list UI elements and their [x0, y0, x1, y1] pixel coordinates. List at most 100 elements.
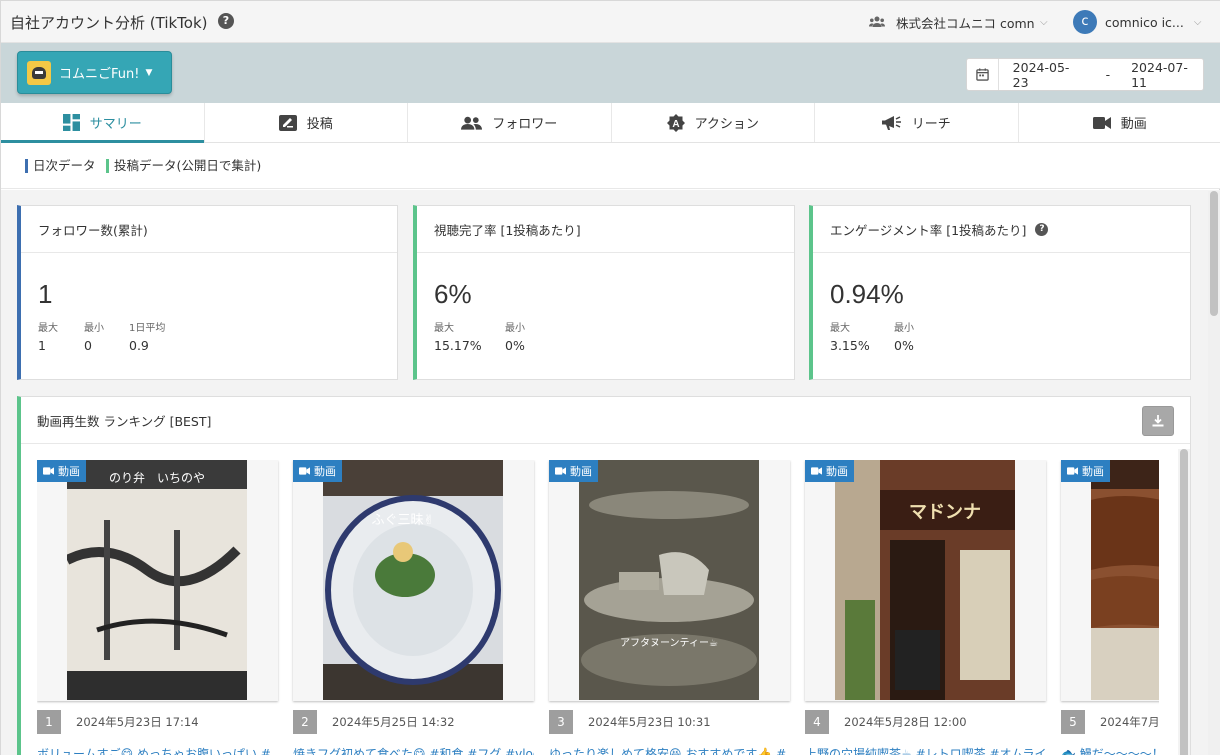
help-icon[interactable]: ? [1035, 222, 1049, 236]
card-value: 1 [38, 279, 53, 309]
stat-value: 3.15% [830, 338, 870, 353]
tab-label: 動画 [1120, 117, 1147, 132]
stat-value: 0% [894, 338, 914, 353]
noribento-sign-image: のり弁 いちのや [64, 470, 241, 660]
date-to[interactable]: 2024-07-11 [1131, 60, 1203, 90]
ranking-item[interactable]: のり弁 いちのや 動画 1 2024年5月23日 17:14 ボリュームすご😋 … [37, 460, 278, 755]
ranking-scrollbar[interactable] [1178, 449, 1190, 755]
card-title: 視聴完了率 [1投稿あたり] [417, 206, 794, 253]
stat-label: 最大 [38, 323, 58, 334]
stat-label: 最小 [84, 323, 104, 334]
page-title: 自社アカウント分析 (TikTok) [10, 14, 208, 32]
item-meta: 4 2024年5月28日 12:00 [805, 710, 967, 734]
stat-daily-average: 1日平均 0.9 [129, 319, 165, 353]
stat-label: 最小 [894, 323, 914, 334]
stat-min: 最小 0% [894, 319, 914, 353]
post-date: 2024年7月 [1100, 715, 1159, 729]
tab-label: サマリー [89, 117, 142, 132]
thumbnail-overlay-text: ふぐ三昧✌ [372, 513, 435, 528]
ranking-item[interactable]: 動画 5 2024年7月 🐟 鰻だ〜〜〜〜！ [1061, 460, 1159, 755]
post-date: 2024年5月23日 17:14 [76, 715, 199, 729]
stat-value: 1 [38, 338, 46, 353]
post-caption-link[interactable]: ゆったり楽しめて格安😆 おすすめです👍 # [549, 745, 790, 755]
tab-actions[interactable]: A アクション [612, 103, 815, 142]
video-thumbnail[interactable]: アフタヌーンティー☕ 動画 [549, 460, 790, 701]
tab-followers[interactable]: フォロワー [408, 103, 612, 142]
top-bar: 自社アカウント分析 (TikTok) ? 株式会社コムニコ comnico ⌵ … [1, 1, 1220, 43]
account-switch-button[interactable]: コムニごFun! ▼ [17, 51, 172, 94]
item-meta: 1 2024年5月23日 17:14 [37, 710, 199, 734]
thumbnail-image: ふぐ三昧✌ [323, 460, 503, 700]
scrollbar-thumb[interactable] [1210, 191, 1218, 316]
post-caption-link[interactable]: 🐟 鰻だ〜〜〜〜！ [1061, 745, 1159, 755]
video-thumbnail[interactable]: マドンナ 動画 [805, 460, 1046, 701]
followers-card: フォロワー数(累計) 1 最大 1 最小 0 1日平均 0.9 [17, 205, 398, 380]
ranking-list: のり弁 いちのや 動画 1 2024年5月23日 17:14 ボリュームすご😋 … [37, 460, 1159, 755]
engagement-rate-card: エンゲージメント率 [1投稿あたり] ? 0.94% 最大 3.15% 最小 0… [809, 205, 1191, 380]
svg-text:A: A [672, 119, 679, 130]
post-caption-link[interactable]: ボリュームすご😋 めっちゃお腹いっぱい # [37, 745, 278, 755]
card-value: 0.94% [830, 279, 904, 309]
tab-bar: サマリー 投稿 フォロワー A アクション リーチ 動画 [1, 103, 1220, 143]
post-caption-link[interactable]: 焼きフグ初めて食べた😋 #和食 #フグ #vlog [293, 745, 534, 755]
ranking-item[interactable]: マドンナ 動画 4 2024年5月28日 12:00 上野の穴場純喫茶☕ #レト… [805, 460, 1046, 755]
stat-max: 最大 15.17% [434, 319, 482, 353]
ranking-title: 動画再生数 ランキング [BEST] [21, 397, 1190, 444]
tab-label: リーチ [911, 117, 951, 132]
tab-summary[interactable]: サマリー [1, 103, 205, 143]
cafe-storefront-image: マドンナ [845, 490, 1015, 700]
dashboard-icon [62, 114, 80, 131]
item-meta: 3 2024年5月23日 10:31 [549, 710, 711, 734]
stat-max: 最大 3.15% [830, 319, 870, 353]
rank-number: 4 [805, 710, 829, 734]
tab-posts[interactable]: 投稿 [205, 103, 408, 142]
item-meta: 5 2024年7月 [1061, 710, 1159, 734]
thumbnail-image: アフタヌーンティー☕ [579, 460, 759, 700]
video-badge: 動画 [293, 460, 342, 482]
scrollbar-thumb[interactable] [1180, 449, 1188, 755]
video-thumbnail[interactable]: 動画 [1061, 460, 1159, 701]
badge-label: 動画 [826, 465, 848, 478]
tab-label: フォロワー [492, 117, 558, 132]
help-icon[interactable]: ? [218, 13, 234, 29]
caret-down-icon: ▼ [145, 67, 153, 78]
date-range-picker[interactable]: 2024-05-23 - 2024-07-11 [966, 58, 1204, 91]
stat-value: 0.9 [129, 338, 149, 353]
stat-max: 最大 1 [38, 319, 58, 353]
video-badge: 動画 [1061, 460, 1110, 482]
video-icon [299, 467, 310, 475]
fugu-plate-image: ふぐ三昧✌ [325, 495, 501, 685]
tab-videos[interactable]: 動画 [1019, 103, 1220, 142]
download-icon [1152, 415, 1164, 427]
video-icon [43, 467, 54, 475]
video-thumbnail[interactable]: ふぐ三昧✌ 動画 [293, 460, 534, 701]
video-thumbnail[interactable]: のり弁 いちのや 動画 [37, 460, 278, 701]
ranking-item[interactable]: アフタヌーンティー☕ 動画 3 2024年5月23日 10:31 ゆったり楽しめ… [549, 460, 790, 755]
unagi-rice-image [1091, 496, 1159, 628]
app-window: 自社アカウント分析 (TikTok) ? 株式会社コムニコ comnico ⌵ … [0, 0, 1220, 755]
stat-min: 最小 0% [505, 319, 525, 353]
completion-rate-card: 視聴完了率 [1投稿あたり] 6% 最大 15.17% 最小 0% [413, 205, 795, 380]
card-title: フォロワー数(累計) [21, 206, 397, 253]
post-caption-link[interactable]: 上野の穴場純喫茶☕ #レトロ喫茶 #オムライ [805, 745, 1046, 755]
download-button[interactable] [1142, 406, 1174, 436]
company-selector[interactable]: 株式会社コムニコ comnico ⌵ [869, 13, 1048, 31]
stat-min: 最小 0 [84, 319, 104, 353]
rank-number: 3 [549, 710, 573, 734]
calendar-icon [967, 59, 999, 90]
item-meta: 2 2024年5月25日 14:32 [293, 710, 455, 734]
tab-reach[interactable]: リーチ [815, 103, 1019, 142]
account-switch-label: コムニごFun! [59, 67, 140, 82]
chevron-down-icon: ⌵ [1193, 16, 1202, 28]
ranking-item[interactable]: ふぐ三昧✌ 動画 2 2024年5月25日 14:32 焼きフグ初めて食べた😋 … [293, 460, 534, 755]
page-scrollbar[interactable] [1208, 191, 1220, 755]
chevron-down-icon: ⌵ [1040, 16, 1048, 28]
post-date: 2024年5月28日 12:00 [844, 715, 967, 729]
people-icon [461, 116, 483, 130]
stat-value: 0% [505, 338, 525, 353]
video-icon [811, 467, 822, 475]
rank-number: 2 [293, 710, 317, 734]
thumbnail-overlay-text: アフタヌーンティー☕ [620, 637, 718, 649]
date-from[interactable]: 2024-05-23 [1013, 60, 1085, 90]
account-menu[interactable]: c comnico ic... ⌵ [1073, 10, 1201, 34]
